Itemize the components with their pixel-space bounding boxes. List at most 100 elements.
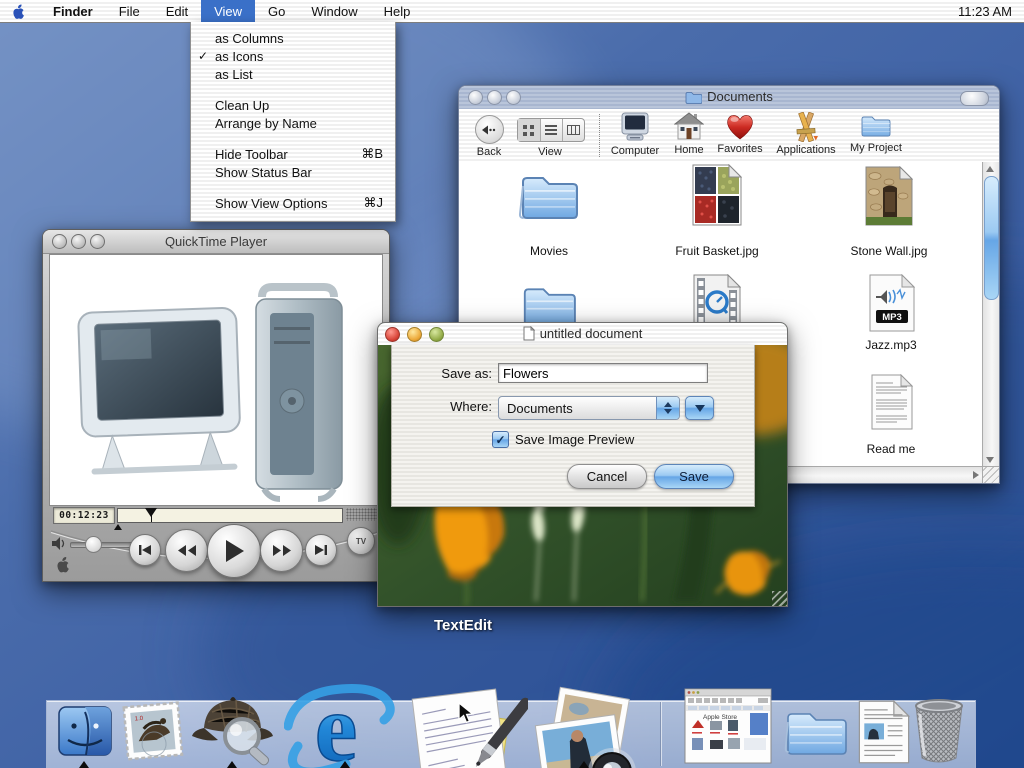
resize-grip[interactable]	[982, 466, 999, 483]
column-view-icon	[567, 125, 580, 135]
scrollbar-thumb[interactable]	[984, 176, 999, 300]
menubar-clock[interactable]: 11:23 AM	[946, 0, 1024, 22]
dock-textedit-icon[interactable]	[396, 680, 528, 768]
toolbar-item-label: Computer	[600, 145, 670, 157]
file-label[interactable]: Movies	[499, 244, 599, 258]
menubar-item-view[interactable]: View	[201, 0, 255, 22]
menu-item-show-view-options[interactable]: Show View Options ⌘J	[191, 194, 395, 212]
view-as-icons-segment[interactable]	[518, 119, 541, 141]
dock-trash-icon[interactable]	[906, 694, 972, 764]
toolbar-item-home[interactable]: Home	[661, 112, 717, 156]
frame-step-dots[interactable]	[346, 508, 380, 521]
toolbar-item-label: My Project	[843, 142, 909, 154]
toolbar-item-my-project[interactable]: My Project	[843, 112, 909, 154]
file-label[interactable]: Fruit Basket.jpg	[657, 244, 777, 258]
play-icon	[224, 540, 244, 562]
disclosure-button[interactable]	[685, 396, 714, 420]
quicktime-window[interactable]: QuickTime Player	[42, 229, 390, 582]
file-label[interactable]: Jazz.mp3	[841, 338, 941, 352]
save-preview-checkbox[interactable]: ✓	[492, 431, 509, 448]
dock-finder-icon[interactable]	[56, 702, 114, 760]
rewind-button[interactable]	[165, 529, 208, 572]
popup-stepper[interactable]	[656, 397, 679, 419]
dock-document-icon[interactable]	[858, 700, 910, 764]
powermac-g4-image	[50, 255, 382, 505]
apple-menu[interactable]	[0, 0, 40, 22]
dock-sherlock-icon[interactable]	[190, 680, 276, 766]
menu-item-hide-toolbar[interactable]: Hide Toolbar ⌘B	[191, 145, 395, 163]
running-indicator-sherlock	[227, 761, 237, 768]
view-segmented-control[interactable]	[517, 118, 585, 142]
volume-slider-knob[interactable]	[85, 536, 102, 553]
menu-item-show-status-bar[interactable]: Show Status Bar	[191, 163, 395, 181]
save-as-input[interactable]	[498, 363, 708, 383]
tv-button[interactable]: TV	[347, 527, 375, 555]
running-indicator-preview	[579, 761, 589, 768]
menubar-item-help[interactable]: Help	[371, 0, 424, 22]
list-view-icon	[545, 125, 557, 135]
menubar-item-file[interactable]: File	[106, 0, 153, 22]
scroll-down-arrow[interactable]	[986, 457, 994, 463]
vertical-scrollbar[interactable]	[982, 162, 999, 467]
dock-mail-icon[interactable]: 1.0	[120, 700, 186, 764]
save-preview-label[interactable]: Save Image Preview	[515, 432, 634, 447]
dialog-window-title: untitled document	[540, 326, 643, 341]
toolbar-item-computer[interactable]: Computer	[600, 112, 670, 157]
cancel-button[interactable]: Cancel	[567, 464, 647, 489]
file-label[interactable]: Stone Wall.jpg	[829, 244, 949, 258]
fast-forward-button[interactable]	[260, 529, 303, 572]
dock-minimized-apple-store-window[interactable]: Apple Store	[684, 688, 772, 764]
where-popup-value: Documents	[499, 401, 656, 416]
folder-icon	[685, 90, 702, 104]
toolbar-item-label: Home	[661, 144, 717, 156]
dock-hover-label: TextEdit	[398, 617, 528, 634]
toolbar-item-applications[interactable]: Applications	[769, 112, 843, 156]
movies-folder-icon[interactable]	[515, 168, 581, 224]
where-popup[interactable]: Documents	[498, 396, 680, 420]
menubar-item-edit[interactable]: Edit	[153, 0, 201, 22]
menubar-item-go[interactable]: Go	[255, 0, 298, 22]
dock: 1.0 e ™	[0, 640, 1024, 768]
view-as-list-segment[interactable]	[541, 119, 564, 141]
menu-item-as-icons[interactable]: ✓ as Icons	[191, 47, 395, 65]
scroll-up-arrow[interactable]	[986, 166, 994, 172]
read-me-icon[interactable]	[871, 374, 913, 430]
menu-item-as-columns[interactable]: as Columns	[191, 29, 395, 47]
where-label: Where:	[392, 399, 492, 414]
next-button[interactable]	[305, 534, 337, 566]
tv-button-label: TV	[356, 537, 366, 546]
dialog-titlebar[interactable]: untitled document	[378, 323, 787, 346]
menu-item-clean-up[interactable]: Clean Up	[191, 96, 395, 114]
dock-internet-explorer-icon[interactable]: e ™	[284, 672, 396, 768]
save-button[interactable]: Save	[654, 464, 734, 489]
back-button[interactable]	[475, 115, 504, 144]
jazz-mp3-icon[interactable]: MP3	[869, 274, 915, 332]
back-button-label: Back	[469, 146, 509, 158]
resize-grip[interactable]	[772, 591, 787, 606]
fruit-basket-thumbnail[interactable]	[692, 164, 742, 226]
speaker-icon	[51, 536, 67, 551]
scroll-right-arrow[interactable]	[973, 471, 979, 479]
finder-titlebar[interactable]: Documents	[459, 86, 999, 110]
finder-toolbar: Back View	[459, 109, 999, 163]
menu-item-as-list[interactable]: as List	[191, 65, 395, 83]
dock-preview-icon[interactable]	[524, 686, 644, 768]
save-dialog-window[interactable]: untitled document	[377, 322, 788, 607]
toolbar-item-favorites[interactable]: Favorites	[711, 112, 769, 155]
timeline-slider[interactable]	[117, 508, 343, 523]
quicktime-titlebar[interactable]: QuickTime Player	[43, 230, 389, 254]
next-icon	[315, 545, 327, 555]
stone-wall-thumbnail[interactable]	[865, 166, 913, 226]
play-button[interactable]	[207, 524, 261, 578]
previous-button[interactable]	[129, 534, 161, 566]
menu-item-arrange-by-name[interactable]: Arrange by Name	[191, 114, 395, 132]
menubar: Finder File Edit View Go Window Help 11:…	[0, 0, 1024, 23]
file-label[interactable]: Read me	[841, 442, 941, 456]
menubar-item-finder[interactable]: Finder	[40, 0, 106, 22]
menubar-item-window[interactable]: Window	[298, 0, 370, 22]
dock-folder-icon[interactable]	[782, 702, 850, 762]
mouse-cursor	[458, 702, 476, 724]
view-as-columns-segment[interactable]	[563, 119, 584, 141]
toolbar-toggle-button[interactable]	[960, 91, 989, 106]
volume-slider-track[interactable]	[70, 542, 134, 548]
